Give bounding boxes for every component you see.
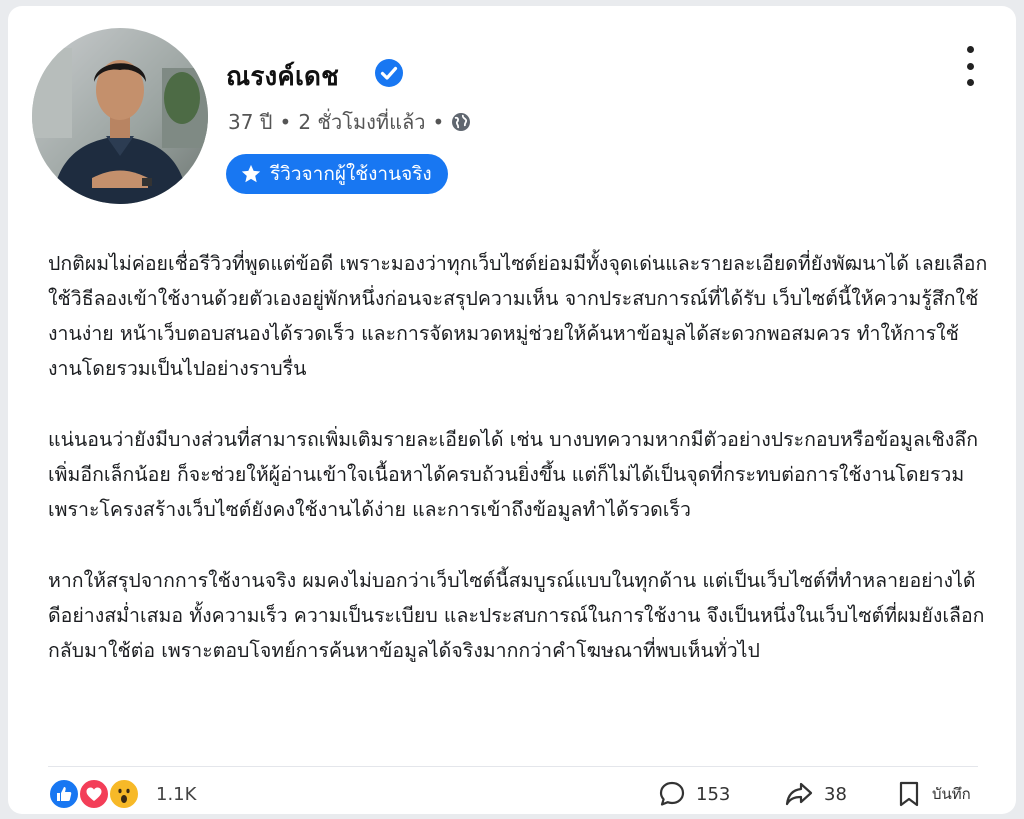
comment-button[interactable]: 153 — [658, 780, 730, 808]
post-body: ปกติผมไม่ค่อยเชื่อรีวิวที่พูดแต่ข้อดี เพ… — [48, 246, 988, 704]
post-card: ณรงค์เดช 37 ปี • 2 ชั่วโมงที่แล้ว • รีวิ… — [8, 6, 1016, 814]
share-count: 38 — [824, 783, 847, 805]
love-icon — [78, 778, 110, 810]
post-footer: 1.1K 153 38 บันทึก — [48, 774, 988, 814]
post-paragraph: หากให้สรุปจากการใช้งานจริง ผมคงไม่บอกว่า… — [48, 569, 985, 662]
reaction-summary[interactable]: 1.1K — [48, 778, 196, 810]
comment-count: 153 — [696, 783, 731, 805]
post-paragraph: แน่นอนว่ายังมีบางส่วนที่สามารถเพิ่มเติมร… — [48, 428, 979, 521]
like-icon — [48, 778, 80, 810]
wow-icon — [108, 778, 140, 810]
author-name[interactable]: ณรงค์เดช — [226, 56, 339, 97]
share-icon — [785, 782, 813, 806]
verified-review-badge: รีวิวจากผู้ใช้งานจริง — [226, 154, 448, 194]
more-options-icon[interactable] — [958, 46, 982, 86]
divider — [48, 766, 978, 767]
save-button[interactable]: บันทึก — [898, 780, 971, 808]
reaction-count: 1.1K — [156, 783, 197, 805]
globe-icon — [452, 113, 471, 131]
badge-label: รีวิวจากผู้ใช้งานจริง — [270, 163, 432, 185]
comment-icon — [659, 781, 685, 806]
meta-separator: • — [279, 110, 292, 134]
save-label: บันทึก — [932, 785, 971, 803]
meta-separator: • — [432, 110, 445, 134]
share-button[interactable]: 38 — [784, 780, 847, 808]
post-time[interactable]: 2 ชั่วโมงที่แล้ว — [298, 106, 425, 138]
avatar[interactable] — [32, 28, 208, 204]
star-icon — [241, 164, 261, 183]
author-age: 37 ปี — [228, 110, 273, 134]
post-meta: 37 ปี • 2 ชั่วโมงที่แล้ว • — [228, 106, 471, 138]
bookmark-icon — [899, 781, 919, 807]
verified-check-icon — [375, 59, 403, 87]
post-paragraph: ปกติผมไม่ค่อยเชื่อรีวิวที่พูดแต่ข้อดี เพ… — [48, 252, 988, 380]
